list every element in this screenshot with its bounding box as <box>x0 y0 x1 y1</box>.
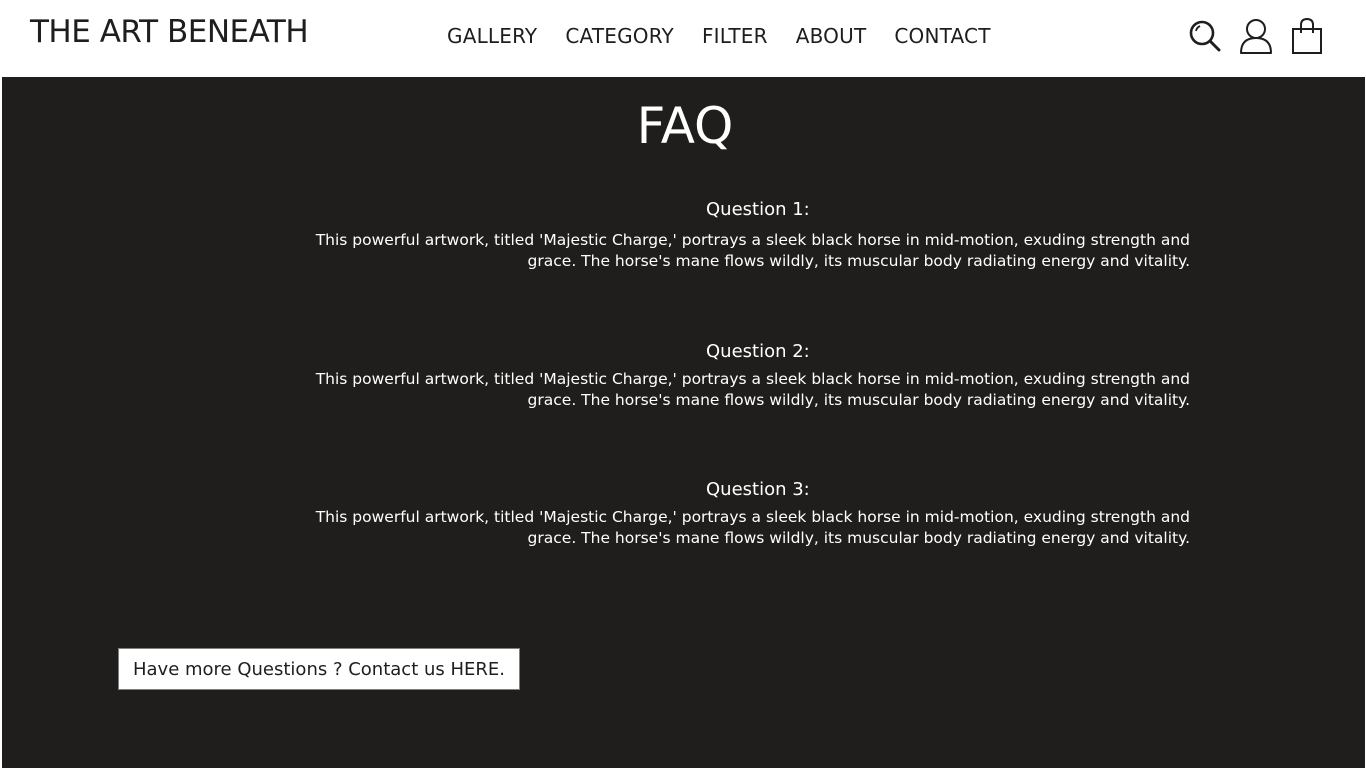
contact-us-button[interactable]: Have more Questions ? Contact us HERE. <box>118 648 520 690</box>
faq-question: Question 3: <box>706 479 810 500</box>
faq-answer: This powerful artwork, titled 'Majestic … <box>315 231 1190 270</box>
header-icons <box>1186 16 1339 56</box>
page-title: FAQ <box>636 97 734 155</box>
search-icon <box>1189 20 1221 52</box>
nav-about[interactable]: ABOUT <box>796 24 867 48</box>
nav-contact[interactable]: CONTACT <box>894 24 990 48</box>
faq-item: Question 2: This powerful artwork, title… <box>266 341 1190 411</box>
nav-gallery[interactable]: GALLERY <box>447 24 537 48</box>
shopping-bag-icon <box>1292 17 1322 54</box>
cart-button[interactable] <box>1288 16 1326 56</box>
site-header: THE ART BENEATH GALLERY CATEGORY FILTER … <box>0 0 1366 77</box>
faq-question: Question 1: <box>706 199 810 220</box>
faq-answer: This powerful artwork, titled 'Majestic … <box>315 370 1190 409</box>
faq-question: Question 2: <box>706 341 810 362</box>
main-nav: GALLERY CATEGORY FILTER ABOUT CONTACT <box>447 24 1019 48</box>
faq-answer: This powerful artwork, titled 'Majestic … <box>315 508 1190 547</box>
faq-item: Question 1: This powerful artwork, title… <box>266 199 1190 272</box>
faq-item: Question 3: This powerful artwork, title… <box>266 479 1190 549</box>
search-button[interactable] <box>1186 16 1224 56</box>
brand-logo[interactable]: THE ART BENEATH <box>30 14 309 50</box>
faq-section: FAQ Question 1: This powerful artwork, t… <box>2 77 1365 768</box>
nav-category[interactable]: CATEGORY <box>565 24 674 48</box>
nav-filter[interactable]: FILTER <box>702 24 768 48</box>
user-icon <box>1240 19 1272 54</box>
account-button[interactable] <box>1237 16 1275 56</box>
